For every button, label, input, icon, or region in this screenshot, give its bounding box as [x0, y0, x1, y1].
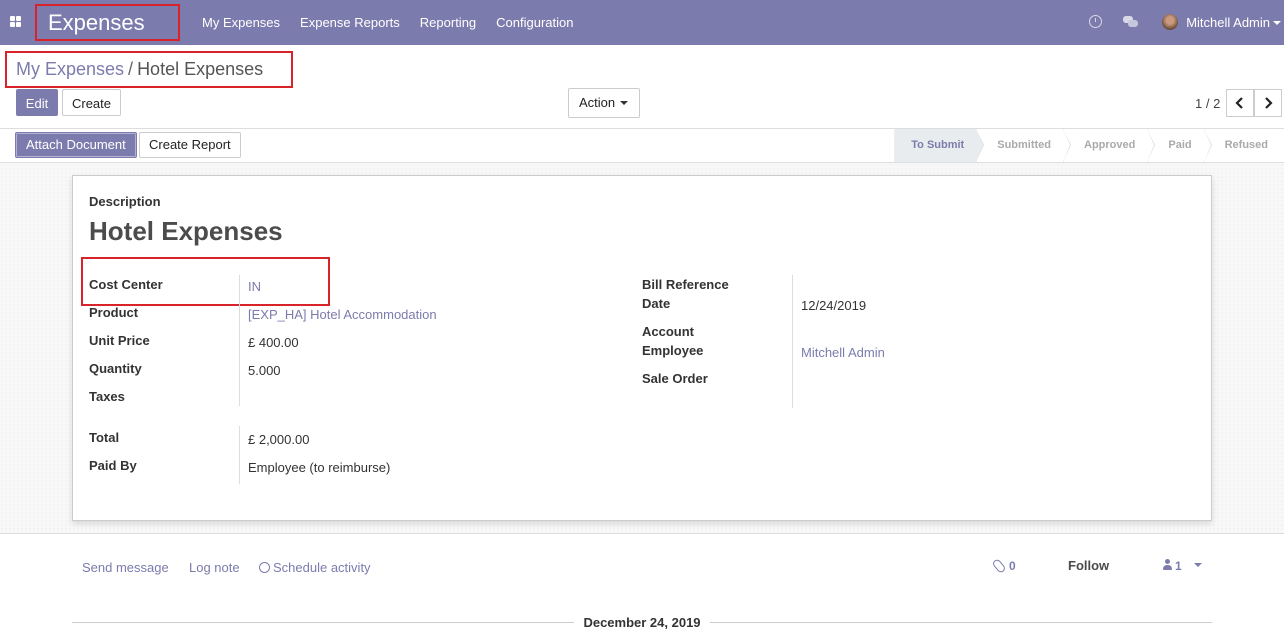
create-report-button[interactable]: Create Report — [139, 132, 241, 158]
status-stages: To Submit Submitted Approved Paid Refuse… — [894, 129, 1284, 162]
main-menu: My Expenses Expense Reports Reporting Co… — [192, 0, 583, 45]
date-value: 12/24/2019 — [801, 298, 867, 313]
field-separator — [792, 275, 793, 408]
action-label: Action — [579, 95, 616, 110]
form-statusbar: Attach Document Create Report To Submit … — [0, 129, 1284, 163]
menu-item-my-expenses[interactable]: My Expenses — [192, 0, 290, 45]
date-separator: December 24, 2019 — [574, 615, 710, 630]
breadcrumb-parent-link[interactable]: My Expenses — [16, 59, 124, 79]
breadcrumb: My Expenses / Hotel Expenses — [5, 51, 293, 88]
user-avatar[interactable] — [1162, 14, 1178, 30]
user-menu[interactable]: Mitchell Admin — [1186, 0, 1270, 45]
product-label: Product — [89, 305, 139, 320]
employee-value[interactable]: Mitchell Admin — [801, 345, 885, 360]
pager-next-button[interactable] — [1254, 89, 1282, 117]
taxes-label: Taxes — [89, 389, 125, 404]
sale-order-label: Sale Order — [642, 371, 708, 386]
stage-label: To Submit — [911, 139, 965, 151]
caret-down-icon — [620, 101, 628, 105]
quantity-value: 5.000 — [248, 363, 281, 378]
top-navbar: Expenses My Expenses Expense Reports Rep… — [0, 0, 1284, 45]
paid-by-label: Paid By — [89, 458, 137, 473]
followers-count[interactable]: 1 — [1175, 559, 1182, 573]
menu-item-expense-reports[interactable]: Expense Reports — [290, 0, 410, 45]
stage-label: Refused — [1224, 139, 1268, 151]
cost-center-value[interactable]: IN — [248, 279, 261, 294]
app-name[interactable]: Expenses — [35, 4, 180, 41]
apps-grid-icon[interactable] — [10, 16, 22, 28]
follow-button[interactable]: Follow — [1068, 558, 1109, 573]
unit-price-value: £ 400.00 — [248, 335, 299, 350]
stage-label: Submitted — [997, 139, 1052, 151]
product-value[interactable]: [EXP_HA] Hotel Accommodation — [248, 307, 437, 322]
description-label: Description — [89, 194, 161, 209]
field-separator — [239, 275, 240, 406]
stage-refused[interactable]: Refused — [1203, 129, 1284, 162]
chevron-right-icon — [1265, 97, 1273, 109]
stage-paid[interactable]: Paid — [1147, 129, 1212, 162]
menu-item-configuration[interactable]: Configuration — [486, 0, 583, 45]
form-sheet: Description Hotel Expenses Cost Center I… — [72, 175, 1212, 521]
total-label: Total — [89, 430, 120, 445]
create-button[interactable]: Create — [62, 89, 121, 116]
date-separator-line — [710, 622, 1212, 623]
messages-icon[interactable] — [1123, 16, 1138, 27]
employee-label: Employee — [642, 343, 704, 358]
edit-button[interactable]: Edit — [16, 89, 58, 116]
clock-icon — [259, 562, 270, 573]
account-label: Account — [642, 324, 694, 339]
activity-clock-icon[interactable] — [1089, 15, 1102, 28]
send-message-button[interactable]: Send message — [82, 560, 169, 575]
expense-title[interactable]: Hotel Expenses — [89, 216, 283, 247]
log-note-button[interactable]: Log note — [189, 560, 240, 575]
stage-to-submit[interactable]: To Submit — [894, 129, 985, 162]
action-dropdown[interactable]: Action — [568, 88, 640, 118]
quantity-label: Quantity — [89, 361, 142, 376]
pager-previous-button[interactable] — [1226, 89, 1254, 117]
field-separator — [239, 426, 240, 484]
attach-document-button[interactable]: Attach Document — [15, 132, 137, 158]
followers-icon[interactable] — [1163, 559, 1172, 571]
stage-label: Approved — [1084, 139, 1136, 151]
followers-caret-icon[interactable] — [1194, 563, 1202, 567]
bill-reference-label: Bill Reference — [642, 277, 729, 292]
stage-approved[interactable]: Approved — [1063, 129, 1156, 162]
stage-label: Paid — [1168, 139, 1192, 151]
menu-item-reporting[interactable]: Reporting — [410, 0, 486, 45]
paid-by-value: Employee (to reimburse) — [248, 460, 391, 475]
breadcrumb-current: Hotel Expenses — [137, 59, 264, 79]
schedule-activity-button[interactable]: Schedule activity — [259, 560, 371, 575]
chevron-left-icon — [1235, 97, 1243, 109]
total-value: £ 2,000.00 — [248, 432, 310, 447]
unit-price-label: Unit Price — [89, 333, 150, 348]
schedule-activity-label: Schedule activity — [273, 560, 371, 575]
stage-submitted[interactable]: Submitted — [976, 129, 1072, 162]
user-menu-caret-icon[interactable] — [1273, 21, 1281, 25]
cost-center-label: Cost Center — [89, 277, 163, 292]
pager-value[interactable]: 1 / 2 — [1195, 96, 1220, 111]
paperclip-icon[interactable] — [991, 558, 1007, 574]
date-label: Date — [642, 296, 671, 311]
date-separator-line — [72, 622, 574, 623]
breadcrumb-separator: / — [128, 59, 134, 79]
attachments-count[interactable]: 0 — [1009, 559, 1016, 573]
